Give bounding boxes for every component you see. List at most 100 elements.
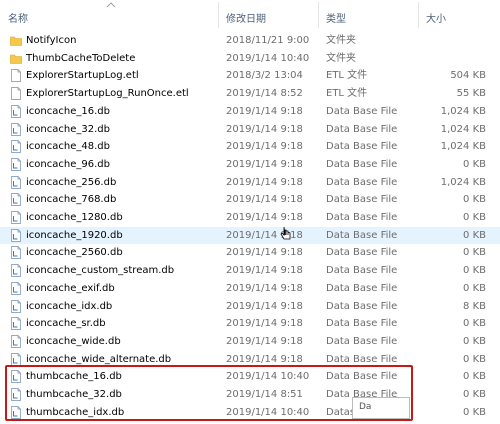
tooltip-text: Da bbox=[359, 402, 372, 412]
db-file-icon bbox=[10, 281, 22, 295]
file-type: Data Base File bbox=[326, 318, 398, 330]
db-file-icon bbox=[10, 317, 22, 331]
file-modified-date: 2019/1/14 9:18 bbox=[226, 176, 303, 188]
db-file-icon bbox=[10, 352, 22, 366]
file-type: Data Base File bbox=[326, 282, 398, 294]
file-modified-date: 2019/1/14 9:18 bbox=[226, 105, 303, 117]
db-file-icon bbox=[10, 335, 22, 348]
file-type: Data Base File bbox=[326, 158, 398, 170]
file-row[interactable]: iconcache_256.db 2019/1/14 9:18 Data Base … bbox=[0, 174, 500, 192]
file-size: 0 KB bbox=[463, 194, 486, 206]
file-row[interactable]: iconcache_1920.db 2019/1/14 9:18 Data Base… bbox=[0, 226, 500, 245]
file-modified-date: 2019/1/14 9:18 bbox=[226, 265, 303, 277]
column-divider[interactable] bbox=[318, 2, 319, 28]
file-size: 0 KB bbox=[463, 282, 486, 294]
file-size: 0 KB bbox=[463, 318, 486, 330]
file-name: ThumbCacheToDelete bbox=[26, 52, 136, 64]
file-modified-date: 2019/1/14 9:18 bbox=[226, 194, 303, 206]
file-row[interactable]: ExplorerStartupLog_RunOnce.etl 2019/1/14 … bbox=[0, 85, 500, 103]
file-type: 文件夹 bbox=[326, 35, 356, 46]
file-size: 0 KB bbox=[463, 229, 486, 241]
file-size: 1,024 KB bbox=[440, 123, 486, 135]
file-size: 1,024 KB bbox=[440, 141, 486, 153]
file-name: iconcache_wide.db bbox=[26, 335, 121, 347]
file-row[interactable]: iconcache_custom_stream.db 2019/1/14 9:18… bbox=[0, 262, 500, 280]
sort-ascending-icon bbox=[106, 2, 116, 8]
file-row[interactable]: iconcache_96.db 2019/1/14 9:18 Data Base F… bbox=[0, 156, 500, 174]
file-size: 0 KB bbox=[463, 389, 486, 400]
file-size: 504 KB bbox=[450, 70, 486, 82]
file-size: 1,024 KB bbox=[440, 105, 486, 117]
db-file-icon bbox=[10, 140, 22, 154]
file-row[interactable]: iconcache_16.db 2019/1/14 9:18 Data Base F… bbox=[0, 103, 500, 121]
file-row[interactable]: iconcache_2560.db 2019/1/14 9:18 Data Base… bbox=[0, 244, 500, 262]
file-size: 8 KB bbox=[463, 300, 486, 312]
file-row[interactable]: iconcache_1280.db 2019/1/14 9:18 Data Base… bbox=[0, 209, 500, 227]
file-type: Data Base File bbox=[326, 300, 398, 312]
file-type: Data Base File bbox=[326, 247, 398, 259]
file-row[interactable]: iconcache_wide.db 2019/1/14 9:18 Data Base… bbox=[0, 333, 500, 351]
folder-icon bbox=[10, 52, 22, 65]
file-row[interactable]: iconcache_idx.db 2019/1/14 9:18 Data Base … bbox=[0, 298, 500, 316]
file-row[interactable]: ExplorerStartupLog.etl 2018/3/2 13:04 ETL … bbox=[0, 67, 500, 85]
file-type: Data Base File bbox=[326, 105, 398, 117]
file-size: 0 KB bbox=[463, 335, 486, 347]
column-divider[interactable] bbox=[418, 2, 419, 28]
file-row[interactable]: ThumbCacheToDelete 2019/1/14 10:40 文件夹 bbox=[0, 50, 500, 68]
column-header-name[interactable]: 名称 bbox=[8, 10, 28, 25]
file-modified-date: 2019/1/14 9:18 bbox=[226, 247, 303, 259]
file-row[interactable]: iconcache_32.db 2019/1/14 9:18 Data Base F… bbox=[0, 121, 500, 139]
file-row[interactable]: iconcache_768.db 2019/1/14 9:18 Data Base … bbox=[0, 191, 500, 209]
file-type: Data Base File bbox=[326, 212, 398, 223]
column-divider[interactable] bbox=[218, 2, 219, 28]
file-modified-date: 2019/1/14 9:18 bbox=[226, 141, 303, 153]
file-name: iconcache_48.db bbox=[26, 141, 110, 153]
file-size: 0 KB bbox=[463, 371, 486, 383]
file-size: 0 KB bbox=[463, 158, 486, 170]
file-row[interactable]: iconcache_sr.db 2019/1/14 9:18 Data Base F… bbox=[0, 315, 500, 333]
file-type: Data Base File bbox=[326, 229, 398, 241]
file-size: 0 KB bbox=[463, 265, 486, 277]
file-name: iconcache_16.db bbox=[26, 105, 110, 117]
file-modified-date: 2019/1/14 9:18 bbox=[226, 335, 303, 347]
column-header-date[interactable]: 修改日期 bbox=[226, 10, 266, 25]
db-file-icon bbox=[10, 122, 22, 136]
file-name: iconcache_custom_stream.db bbox=[26, 265, 175, 277]
file-name: iconcache_1920.db bbox=[26, 229, 123, 241]
file-modified-date: 2019/1/14 9:18 bbox=[226, 282, 303, 294]
file-name: iconcache_96.db bbox=[26, 158, 110, 170]
file-modified-date: 2018/3/2 13:04 bbox=[226, 70, 303, 82]
file-modified-date: 2019/1/14 8:52 bbox=[226, 88, 303, 100]
db-file-icon bbox=[10, 175, 22, 189]
file-size: 0 KB bbox=[463, 353, 486, 365]
file-modified-date: 2019/1/14 9:18 bbox=[226, 212, 303, 223]
file-name: ExplorerStartupLog.etl bbox=[26, 70, 139, 82]
file-name: iconcache_32.db bbox=[26, 123, 110, 135]
column-header-size[interactable]: 大小 bbox=[426, 10, 446, 25]
db-file-icon bbox=[10, 228, 22, 242]
file-type: ETL 文件 bbox=[326, 70, 368, 82]
db-file-icon bbox=[10, 211, 22, 224]
db-file-icon bbox=[10, 299, 22, 313]
file-row[interactable]: iconcache_exif.db 2019/1/14 9:18 Data Base… bbox=[0, 280, 500, 298]
file-modified-date: 2019/1/14 9:18 bbox=[226, 123, 303, 135]
file-type: Data Base File bbox=[326, 265, 398, 277]
file-row[interactable]: iconcache_48.db 2019/1/14 9:18 Data Base F… bbox=[0, 138, 500, 156]
column-header-type[interactable]: 类型 bbox=[326, 10, 346, 25]
file-type: ETL 文件 bbox=[326, 88, 368, 100]
file-size: 1,024 KB bbox=[440, 176, 486, 188]
folder-icon bbox=[10, 34, 22, 47]
file-icon bbox=[10, 69, 22, 83]
column-header-bar: 名称 修改日期 类型 大小 bbox=[0, 0, 500, 30]
file-name: iconcache_1280.db bbox=[26, 212, 123, 223]
file-type: Data Base File bbox=[326, 123, 398, 135]
file-row[interactable]: NotifyIcon 2018/11/21 9:00 文件夹 bbox=[0, 32, 500, 50]
db-file-icon bbox=[10, 246, 22, 260]
file-name: iconcache_256.db bbox=[26, 176, 117, 188]
file-modified-date: 2018/11/21 9:00 bbox=[226, 35, 310, 46]
file-modified-date: 2019/1/14 9:18 bbox=[226, 300, 303, 312]
file-modified-date: 2019/1/14 9:18 bbox=[226, 158, 303, 170]
file-name: ExplorerStartupLog_RunOnce.etl bbox=[26, 88, 189, 100]
type-tooltip-popup: Da bbox=[352, 397, 410, 419]
file-size: 0 KB bbox=[463, 247, 486, 259]
